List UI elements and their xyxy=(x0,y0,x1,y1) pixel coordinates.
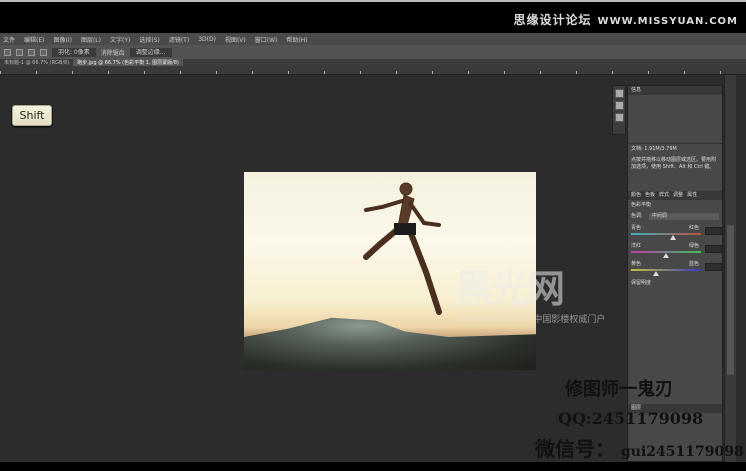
info-icon[interactable] xyxy=(614,113,624,122)
author-credit: 修图师一鬼刃 xyxy=(565,379,673,400)
panel-tab[interactable]: 样式 xyxy=(659,191,669,200)
history-icon[interactable] xyxy=(614,89,624,98)
color-slider[interactable]: 青色 红色 xyxy=(631,224,722,240)
panel-tab[interactable]: 颜色 xyxy=(631,191,641,200)
slider-handle[interactable] xyxy=(652,271,659,276)
slider-right-label: 蓝色 xyxy=(689,261,700,267)
slider-right-label: 绿色 xyxy=(689,243,700,249)
menu-item[interactable]: 3D(D) xyxy=(198,36,216,43)
tone-select[interactable]: 中间调 xyxy=(648,213,719,220)
tab-document-1[interactable]: 未标题-1 @ 66.7% (RGB/8) xyxy=(0,59,73,66)
key-overlay-shift: Shift xyxy=(12,105,52,126)
slider-value-input[interactable] xyxy=(705,227,722,235)
wechat-id: gui2451179098 xyxy=(621,444,744,460)
wechat-credit: 微信号： gui2451179098 xyxy=(535,433,744,462)
actions-icon[interactable] xyxy=(614,101,624,110)
scrollbar-thumb[interactable] xyxy=(727,225,734,375)
menu-bar: 文件 编辑(E) 图像(I) 图层(L) 文字(Y) 选择(S) 滤镜(T) 3D(D) 视图(… xyxy=(0,33,746,45)
heiguang-logo: 黑光网 xyxy=(455,267,565,311)
menu-item[interactable]: 编辑(E) xyxy=(24,35,44,44)
right-panel: 信息 文档: 1.91M/3.79M 点按并拖移以移动图层或选区。要用附加选项，… xyxy=(627,85,723,462)
watermark-url: WWW.MISSYUAN.COM xyxy=(597,16,738,27)
wechat-label: 微信号： xyxy=(535,437,615,461)
slider-left-label: 青色 xyxy=(631,225,642,231)
panel-tab[interactable]: 色板 xyxy=(645,191,655,200)
subtract-selection-button[interactable] xyxy=(28,48,35,56)
watermark-cn: 思缘设计论坛 xyxy=(513,13,592,27)
info-readouts xyxy=(628,95,722,143)
menu-item[interactable]: 帮助(H) xyxy=(286,35,307,44)
slider-left-label: 黄色 xyxy=(631,261,642,267)
properties-tabs: 颜色 色板 样式 调整 属性 xyxy=(628,191,722,200)
tone-label: 色调: xyxy=(631,213,643,219)
menu-item[interactable]: 图像(I) xyxy=(54,35,72,44)
document-tabs: 未标题-1 @ 66.7% (RGB/8) 跑步.jpg @ 66.7% (色彩… xyxy=(0,59,746,66)
color-slider[interactable]: 洋红 绿色 xyxy=(631,242,722,258)
new-selection-button[interactable] xyxy=(4,48,11,56)
add-selection-button[interactable] xyxy=(16,48,23,56)
video-top-bar: 思缘设计论坛 WWW.MISSYUAN.COM xyxy=(0,0,746,33)
qq-credit: QQ:2451179098 xyxy=(558,409,704,428)
doc-size: 文档: 1.91M/3.79M xyxy=(628,143,722,155)
antialias-checkbox[interactable]: 消除锯齿 xyxy=(101,48,125,57)
info-description: 点按并拖移以移动图层或选区。要用附加选项，使用 Shift、Alt 和 Ctrl… xyxy=(631,157,717,170)
menu-item[interactable]: 文件 xyxy=(3,35,15,44)
preserve-luminosity-checkbox[interactable]: 保留明度 xyxy=(628,278,722,289)
slider-right-label: 红色 xyxy=(689,225,700,231)
slider-handle[interactable] xyxy=(663,253,669,258)
panel-tab[interactable]: 属性 xyxy=(687,191,697,200)
tab-document-2[interactable]: 跑步.jpg @ 66.7% (色彩平衡 1, 图层蒙版/8) xyxy=(73,59,183,66)
slider-track[interactable] xyxy=(631,233,701,235)
menu-item[interactable]: 文字(Y) xyxy=(110,35,130,44)
slider-left-label: 洋红 xyxy=(631,243,642,249)
menu-item[interactable]: 滤镜(T) xyxy=(169,35,189,44)
feather-input[interactable]: 羽化: 0像素 xyxy=(52,47,96,57)
slider-value-input[interactable] xyxy=(705,245,722,253)
menu-item[interactable]: 窗口(W) xyxy=(255,35,278,44)
slider-track[interactable] xyxy=(631,269,701,271)
horizontal-ruler xyxy=(0,66,746,75)
refine-edge-button[interactable]: 调整边缘... xyxy=(129,47,172,57)
color-balance-title: 色彩平衡 xyxy=(631,202,652,208)
info-panel-title[interactable]: 信息 xyxy=(628,86,722,95)
video-bottom-bar xyxy=(0,462,746,471)
vertical-scrollbar[interactable] xyxy=(724,75,736,462)
menu-item[interactable]: 图层(L) xyxy=(81,35,101,44)
slider-value-input[interactable] xyxy=(705,263,722,271)
heiguang-subtitle: HEIGUANG.COM 中国影楼权威门户 xyxy=(458,315,606,325)
menu-item[interactable]: 视图(V) xyxy=(225,35,246,44)
panel-tab[interactable]: 调整 xyxy=(673,191,683,200)
slider-handle[interactable] xyxy=(670,235,676,240)
panel-icon-strip xyxy=(612,85,626,135)
intersect-selection-button[interactable] xyxy=(40,48,47,56)
color-sliders: 青色 红色洋红 绿色黄色 蓝色 xyxy=(628,224,722,276)
site-watermark: 思缘设计论坛 WWW.MISSYUAN.COM xyxy=(514,11,738,28)
runner-figure xyxy=(363,182,442,315)
options-bar: 羽化: 0像素 消除锯齿 调整边缘... xyxy=(0,45,746,59)
color-slider[interactable]: 黄色 蓝色 xyxy=(631,260,722,276)
menu-item[interactable]: 选择(S) xyxy=(139,35,160,44)
